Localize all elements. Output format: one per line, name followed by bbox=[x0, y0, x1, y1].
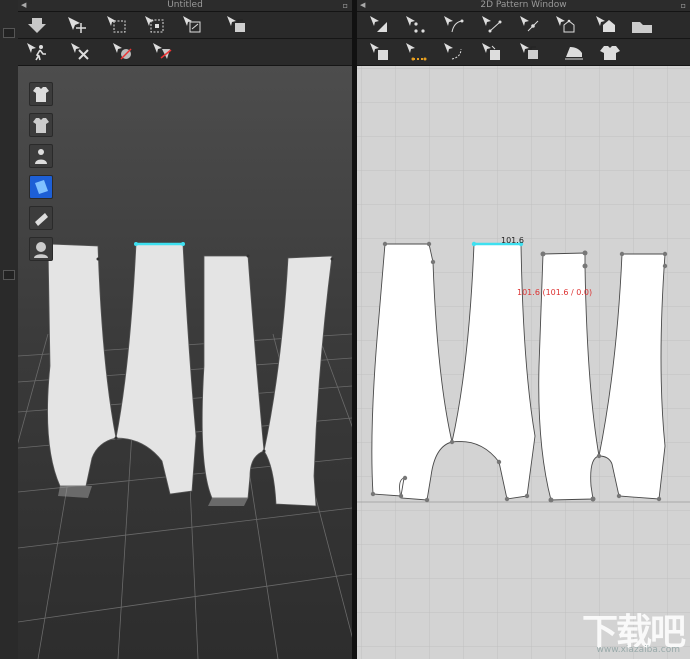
3d-garment-pieces bbox=[47, 243, 333, 507]
texture-icon[interactable] bbox=[29, 206, 53, 230]
dock-tab[interactable] bbox=[3, 270, 15, 280]
avatar-head-icon[interactable] bbox=[29, 237, 53, 261]
2d-toolbar-row2 bbox=[357, 39, 690, 66]
left-dock-strip bbox=[0, 0, 19, 659]
window-maximize-icon[interactable]: ▫ bbox=[681, 0, 686, 11]
pin-tool-icon[interactable] bbox=[110, 41, 136, 63]
2d-pattern-viewport[interactable]: 101.6 101.6 (101.6 / 0.0) bbox=[357, 66, 690, 659]
transform-box-icon[interactable] bbox=[142, 14, 168, 36]
fold-arrangement-icon[interactable] bbox=[479, 41, 505, 63]
dock-arrow-icon[interactable]: ◀ bbox=[21, 0, 26, 11]
watermark: 下载吧 www.xiazaiba.com bbox=[582, 603, 686, 655]
2d-toolbar-row1 bbox=[357, 12, 690, 39]
3d-viewport[interactable] bbox=[18, 66, 352, 659]
free-sewing-icon[interactable] bbox=[403, 41, 429, 63]
3d-garment-window: ◀ Untitled ▫ bbox=[18, 0, 352, 659]
check-sewing-icon[interactable] bbox=[441, 41, 467, 63]
segment-length-label: 101.6 bbox=[501, 236, 524, 245]
fabric-icon[interactable] bbox=[29, 175, 53, 199]
simulate-icon[interactable] bbox=[68, 41, 94, 63]
watermark-url: www.xiazaiba.com bbox=[596, 645, 680, 655]
fold-tool-icon[interactable] bbox=[150, 41, 176, 63]
rectangle-pattern-icon[interactable] bbox=[629, 14, 655, 36]
reset-icon[interactable] bbox=[517, 41, 543, 63]
garment-icon[interactable] bbox=[597, 41, 623, 63]
curve-point-icon[interactable] bbox=[441, 14, 467, 36]
steam-iron-icon[interactable] bbox=[561, 41, 587, 63]
house-pattern-icon[interactable] bbox=[593, 14, 619, 36]
garment-front-icon[interactable] bbox=[29, 82, 53, 106]
edit-pattern-icon[interactable] bbox=[367, 14, 393, 36]
3d-toolbar-row2 bbox=[18, 39, 352, 66]
3d-window-title: Untitled bbox=[167, 0, 203, 10]
garment-back-icon[interactable] bbox=[29, 113, 53, 137]
undo-icon[interactable] bbox=[224, 14, 250, 36]
3d-window-titlebar: ◀ Untitled ▫ bbox=[18, 0, 352, 12]
internal-polygon-icon[interactable] bbox=[553, 14, 579, 36]
avatar-icon[interactable] bbox=[29, 144, 53, 168]
add-point-icon[interactable] bbox=[403, 14, 429, 36]
2d-pattern-window: ◀ 2D Pattern Window ▫ 101.6 101.6 (101.6… bbox=[357, 0, 690, 659]
2d-window-titlebar: ◀ 2D Pattern Window ▫ bbox=[357, 0, 690, 12]
dock-tab[interactable] bbox=[3, 28, 15, 38]
segment-sewing-icon[interactable] bbox=[367, 41, 393, 63]
segment-length-detail: 101.6 (101.6 / 0.0) bbox=[517, 288, 593, 297]
walk-avatar-icon[interactable] bbox=[24, 41, 50, 63]
2d-window-title: 2D Pattern Window bbox=[480, 0, 567, 10]
segment-point bbox=[134, 242, 138, 246]
segment-point bbox=[181, 242, 185, 246]
segment-point-icon[interactable] bbox=[517, 14, 543, 36]
window-maximize-icon[interactable]: ▫ bbox=[343, 0, 348, 11]
export-icon[interactable] bbox=[180, 14, 206, 36]
2d-pattern-canvas bbox=[357, 66, 690, 659]
3d-toolbar-row1 bbox=[18, 12, 352, 39]
3d-scene bbox=[18, 242, 352, 659]
dock-arrow-icon[interactable]: ◀ bbox=[360, 0, 365, 11]
move-tool-icon[interactable] bbox=[64, 14, 90, 36]
save-down-icon[interactable] bbox=[24, 14, 50, 36]
edit-curvature-icon[interactable] bbox=[479, 14, 505, 36]
pattern-pieces bbox=[371, 243, 666, 501]
3d-side-toolbar bbox=[29, 82, 53, 268]
select-box-icon[interactable] bbox=[104, 14, 130, 36]
